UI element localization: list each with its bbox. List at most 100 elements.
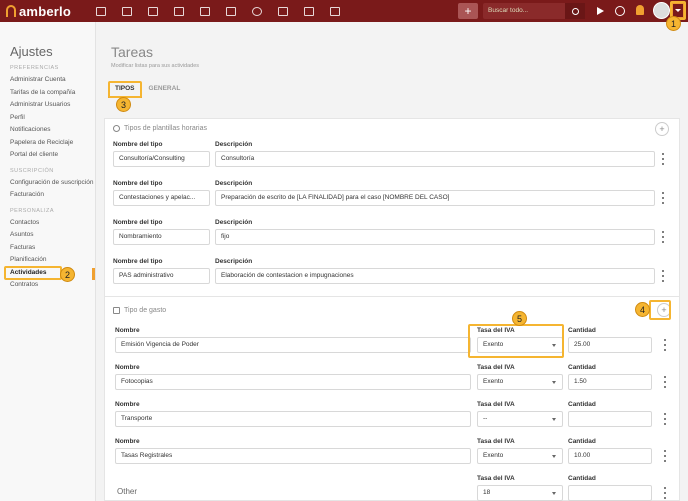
- play-icon: [596, 7, 604, 15]
- timer-button[interactable]: [612, 3, 628, 19]
- qty-field[interactable]: 25.00: [568, 337, 652, 353]
- gasto-name-field[interactable]: Fotocopias: [115, 374, 471, 390]
- iva-label: Tasa del IVA: [477, 401, 515, 408]
- plantilla-desc-field[interactable]: Elaboración de contestacion e impugnacio…: [215, 268, 655, 284]
- name-label: Nombre del tipo: [113, 180, 163, 187]
- clock-icon: [113, 125, 120, 132]
- iva-select[interactable]: Exento: [477, 374, 563, 390]
- iva-value: Exento: [483, 378, 504, 385]
- row-menu-icon[interactable]: [663, 413, 667, 425]
- row-menu-icon[interactable]: [663, 487, 667, 499]
- chevron-down-icon: [552, 344, 556, 347]
- avatar[interactable]: [653, 2, 670, 19]
- contacts-icon[interactable]: [114, 0, 140, 22]
- credit-card-icon: [113, 307, 120, 314]
- row-menu-icon[interactable]: [661, 270, 665, 282]
- qty-field[interactable]: [568, 485, 652, 501]
- callout-3: 3: [116, 97, 131, 112]
- iva-label: Tasa del IVA: [477, 364, 515, 371]
- iva-select[interactable]: Exento: [477, 448, 563, 464]
- callout-1: 1: [666, 16, 681, 31]
- clock-icon[interactable]: [244, 0, 270, 22]
- plantilla-name-field[interactable]: PAS administrativo: [113, 268, 210, 284]
- dashboard-icon[interactable]: [88, 0, 114, 22]
- quick-add-button[interactable]: +: [458, 3, 478, 19]
- row-menu-icon[interactable]: [661, 153, 665, 165]
- sidebar-section-heading: PERSONALIZA: [10, 207, 55, 214]
- search-icon: [571, 7, 579, 15]
- bank-icon[interactable]: [192, 0, 218, 22]
- name-label: Nombre: [115, 327, 140, 334]
- row-menu-icon[interactable]: [661, 231, 665, 243]
- iva-label: Tasa del IVA: [477, 327, 515, 334]
- logo[interactable]: amberlo: [0, 4, 88, 19]
- qty-label: Cantidad: [568, 401, 596, 408]
- gasto-name-field[interactable]: Emisión Vigencia de Poder: [115, 337, 471, 353]
- add-gasto-button[interactable]: +: [657, 303, 671, 317]
- iva-select[interactable]: --: [477, 411, 563, 427]
- sidebar-item-administrar-usuarios[interactable]: Administrar Usuarios: [10, 99, 95, 112]
- desc-label: Descripción: [215, 141, 253, 148]
- sidebar-item-asuntos[interactable]: Asuntos: [10, 229, 95, 242]
- briefcase-icon[interactable]: [140, 0, 166, 22]
- sidebar-item-notificaciones[interactable]: Notificaciones: [10, 124, 95, 137]
- sidebar-item-papelera[interactable]: Papelera de Reciclaje: [10, 137, 95, 150]
- plantilla-name-field[interactable]: Consultoría/Consulting: [113, 151, 210, 167]
- tabs: TIPOS GENERAL: [108, 82, 187, 98]
- invoice-icon[interactable]: [166, 0, 192, 22]
- notifications-bell-icon[interactable]: [636, 5, 644, 15]
- tab-general[interactable]: GENERAL: [142, 82, 188, 98]
- callout-2: 2: [60, 267, 75, 282]
- sidebar-item-tarifas[interactable]: Tarifas de la compañía: [10, 87, 95, 100]
- calendar-icon[interactable]: [218, 0, 244, 22]
- folder-icon[interactable]: [270, 0, 296, 22]
- plantillas-card-header: Tipos de plantillas horarias: [113, 125, 207, 132]
- sidebar-item-actividades[interactable]: Actividades: [10, 267, 95, 280]
- sidebar-item-config-suscripcion[interactable]: Configuración de suscripción: [10, 177, 95, 190]
- sidebar-item-planificacion[interactable]: Planificación: [10, 254, 95, 267]
- sidebar-item-administrar-cuenta[interactable]: Administrar Cuenta: [10, 74, 95, 87]
- plantilla-desc-field[interactable]: Preparación de escrito de [LA FINALIDAD]…: [215, 190, 655, 206]
- sidebar-item-contactos[interactable]: Contactos: [10, 217, 95, 230]
- iva-select[interactable]: 18: [477, 485, 563, 501]
- tab-tipos[interactable]: TIPOS: [108, 82, 142, 98]
- plantilla-desc-field[interactable]: Consultoría: [215, 151, 655, 167]
- document-icon[interactable]: [296, 0, 322, 22]
- mail-icon[interactable]: [322, 0, 348, 22]
- gasto-name-field[interactable]: Tasas Registrales: [115, 448, 471, 464]
- qty-field[interactable]: 1.50: [568, 374, 652, 390]
- row-menu-icon[interactable]: [663, 376, 667, 388]
- qty-field[interactable]: 10.00: [568, 448, 652, 464]
- row-menu-icon[interactable]: [663, 450, 667, 462]
- start-timer-button[interactable]: [592, 3, 608, 19]
- callout-4: 4: [635, 302, 650, 317]
- stopwatch-icon: [615, 6, 625, 16]
- plantillas-title: Tipos de plantillas horarias: [124, 125, 208, 132]
- chevron-down-icon: [552, 455, 556, 458]
- qty-label: Cantidad: [568, 364, 596, 371]
- sidebar-item-portal-cliente[interactable]: Portal del cliente: [10, 149, 95, 162]
- plantilla-desc-field[interactable]: fijo: [215, 229, 655, 245]
- sidebar-item-facturacion[interactable]: Facturación: [10, 189, 95, 202]
- sidebar-item-perfil[interactable]: Perfil: [10, 112, 95, 125]
- plantilla-name-field[interactable]: Nombramiento: [113, 229, 210, 245]
- search-button[interactable]: [565, 3, 585, 19]
- gasto-name-field[interactable]: Transporte: [115, 411, 471, 427]
- qty-label: Cantidad: [568, 475, 596, 482]
- row-menu-icon[interactable]: [661, 192, 665, 204]
- plantilla-name-field[interactable]: Contestaciones y apelac...: [113, 190, 210, 206]
- plantillas-card: Tipos de plantillas horarias + Nombre de…: [104, 118, 680, 314]
- add-plantilla-button[interactable]: +: [655, 122, 669, 136]
- iva-label: Tasa del IVA: [477, 438, 515, 445]
- desc-label: Descripción: [215, 180, 253, 187]
- qty-label: Cantidad: [568, 438, 596, 445]
- qty-field[interactable]: [568, 411, 652, 427]
- search-input[interactable]: Buscar todo...: [483, 3, 565, 19]
- sidebar-item-contratos[interactable]: Contratos: [10, 279, 95, 292]
- name-label: Nombre del tipo: [113, 141, 163, 148]
- iva-value: Exento: [483, 341, 504, 348]
- sidebar-item-facturas[interactable]: Facturas: [10, 242, 95, 255]
- row-menu-icon[interactable]: [663, 339, 667, 351]
- logo-text: amberlo: [19, 3, 71, 19]
- iva-select[interactable]: Exento: [477, 337, 563, 353]
